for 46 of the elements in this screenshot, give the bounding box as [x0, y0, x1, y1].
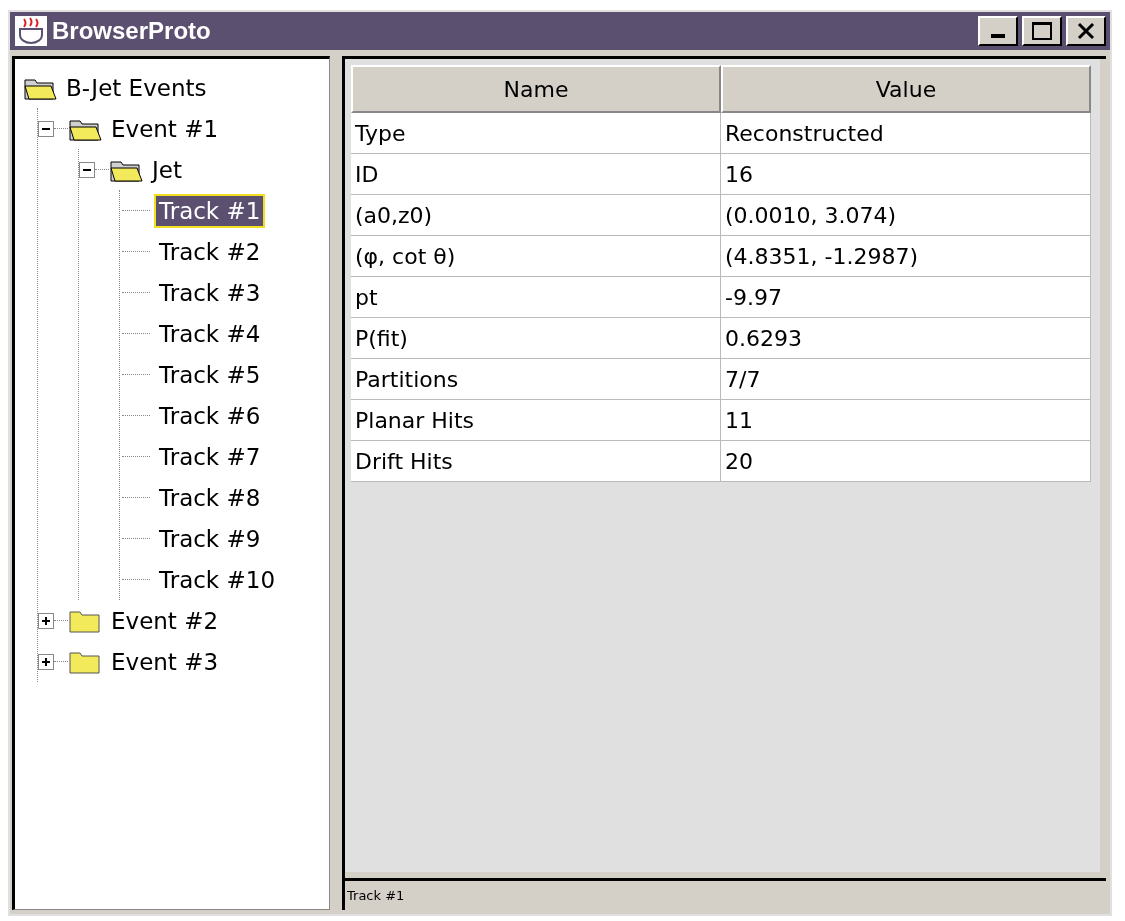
table-cell: (φ, cot θ): [351, 236, 721, 277]
table-cell: 20: [721, 441, 1091, 482]
tree-item[interactable]: Track #2: [154, 234, 266, 269]
table-cell: pt: [351, 277, 721, 318]
tree-item[interactable]: Event #1: [106, 111, 224, 146]
tree-item[interactable]: Track #1: [154, 193, 266, 228]
minimize-button[interactable]: [978, 16, 1018, 46]
table-cell: Partitions: [351, 359, 721, 400]
table-cell: ID: [351, 154, 721, 195]
table-cell: -9.97: [721, 277, 1091, 318]
maximize-icon: [1032, 22, 1052, 40]
tree-item[interactable]: Track #9: [154, 521, 266, 556]
table-cell: Drift Hits: [351, 441, 721, 482]
table-cell: 0.6293: [721, 318, 1091, 359]
app-icon: [14, 15, 48, 47]
expand-toggle[interactable]: [79, 161, 95, 178]
expand-toggle[interactable]: [38, 653, 54, 670]
expand-toggle[interactable]: [38, 612, 54, 629]
tree-item[interactable]: Track #10: [154, 562, 281, 597]
tree-item[interactable]: Track #7: [154, 439, 266, 474]
column-header[interactable]: Name: [351, 65, 721, 113]
table-cell: Type: [351, 113, 721, 154]
close-button[interactable]: [1066, 16, 1106, 46]
table-cell: Planar Hits: [351, 400, 721, 441]
tree-item[interactable]: Track #4: [154, 316, 266, 351]
close-icon: [1076, 22, 1096, 40]
tree-item[interactable]: Track #6: [154, 398, 266, 433]
table-cell: P(fit): [351, 318, 721, 359]
table-cell: 7/7: [721, 359, 1091, 400]
tree-item[interactable]: Jet: [147, 152, 187, 187]
tree-item[interactable]: Track #8: [154, 480, 266, 515]
tree-item[interactable]: B-Jet Events: [61, 70, 212, 105]
table-cell: (0.0010, 3.074): [721, 195, 1091, 236]
window-title: BrowserProto: [52, 16, 211, 46]
table-cell: Reconstructed: [721, 113, 1091, 154]
column-header[interactable]: Value: [721, 65, 1091, 113]
tree-item[interactable]: Event #2: [106, 603, 224, 638]
tree-item[interactable]: Event #3: [106, 644, 224, 679]
tree-item[interactable]: Track #3: [154, 275, 266, 310]
tree-item[interactable]: Track #5: [154, 357, 266, 392]
maximize-button[interactable]: [1022, 16, 1062, 46]
table-cell: 11: [721, 400, 1091, 441]
expand-toggle[interactable]: [38, 120, 54, 137]
table-cell: (a0,z0): [351, 195, 721, 236]
table-cell: (4.8351, -1.2987): [721, 236, 1091, 277]
table-cell: 16: [721, 154, 1091, 195]
